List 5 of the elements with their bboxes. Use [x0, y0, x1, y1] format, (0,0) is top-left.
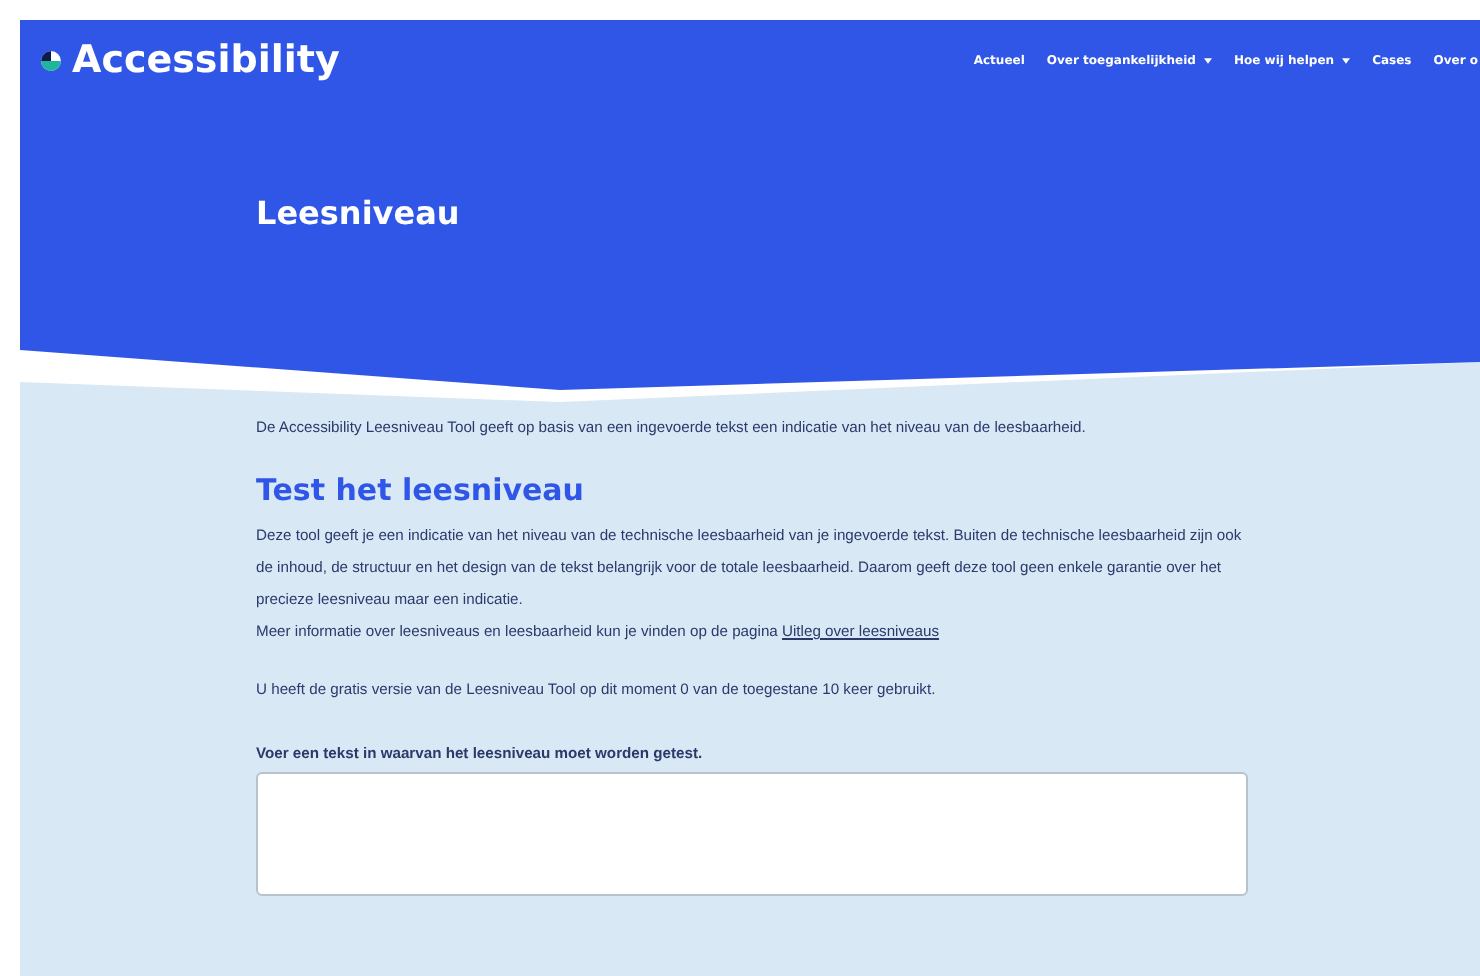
section-heading: Test het leesniveau [256, 472, 584, 508]
logo-icon [40, 49, 62, 71]
logo-text[interactable]: Accessibility [72, 38, 340, 82]
page-title: Leesniveau [256, 194, 460, 232]
text-input-field[interactable] [256, 772, 1248, 896]
